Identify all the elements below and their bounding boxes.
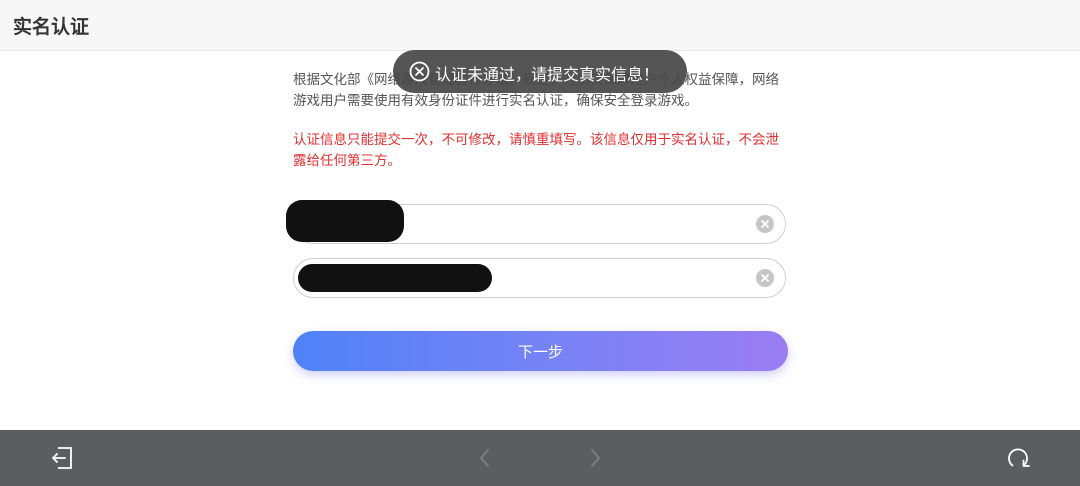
redaction-mark [286,200,404,242]
next-step-button[interactable]: 下一步 [293,331,788,371]
toast-message: 认证未通过，请提交真实信息！ [435,65,660,84]
close-circle-icon [409,61,430,86]
warning-text: 认证信息只能提交一次，不可修改，请慎重填写。该信息仅用于实名认证，不会泄露给任何… [293,132,779,169]
chevron-left-icon[interactable] [473,446,497,470]
error-toast: 认证未通过，请提交真实信息！ [393,50,687,93]
redaction-mark [298,264,492,292]
refresh-icon[interactable] [1006,446,1030,470]
clear-icon[interactable] [756,269,774,287]
clear-icon[interactable] [756,215,774,233]
bottom-toolbar [0,430,1080,486]
chevron-right-icon[interactable] [583,446,607,470]
page-title: 实名认证 [13,16,90,38]
exit-icon[interactable] [50,446,74,470]
header-bar: 实名认证 [0,0,1080,51]
